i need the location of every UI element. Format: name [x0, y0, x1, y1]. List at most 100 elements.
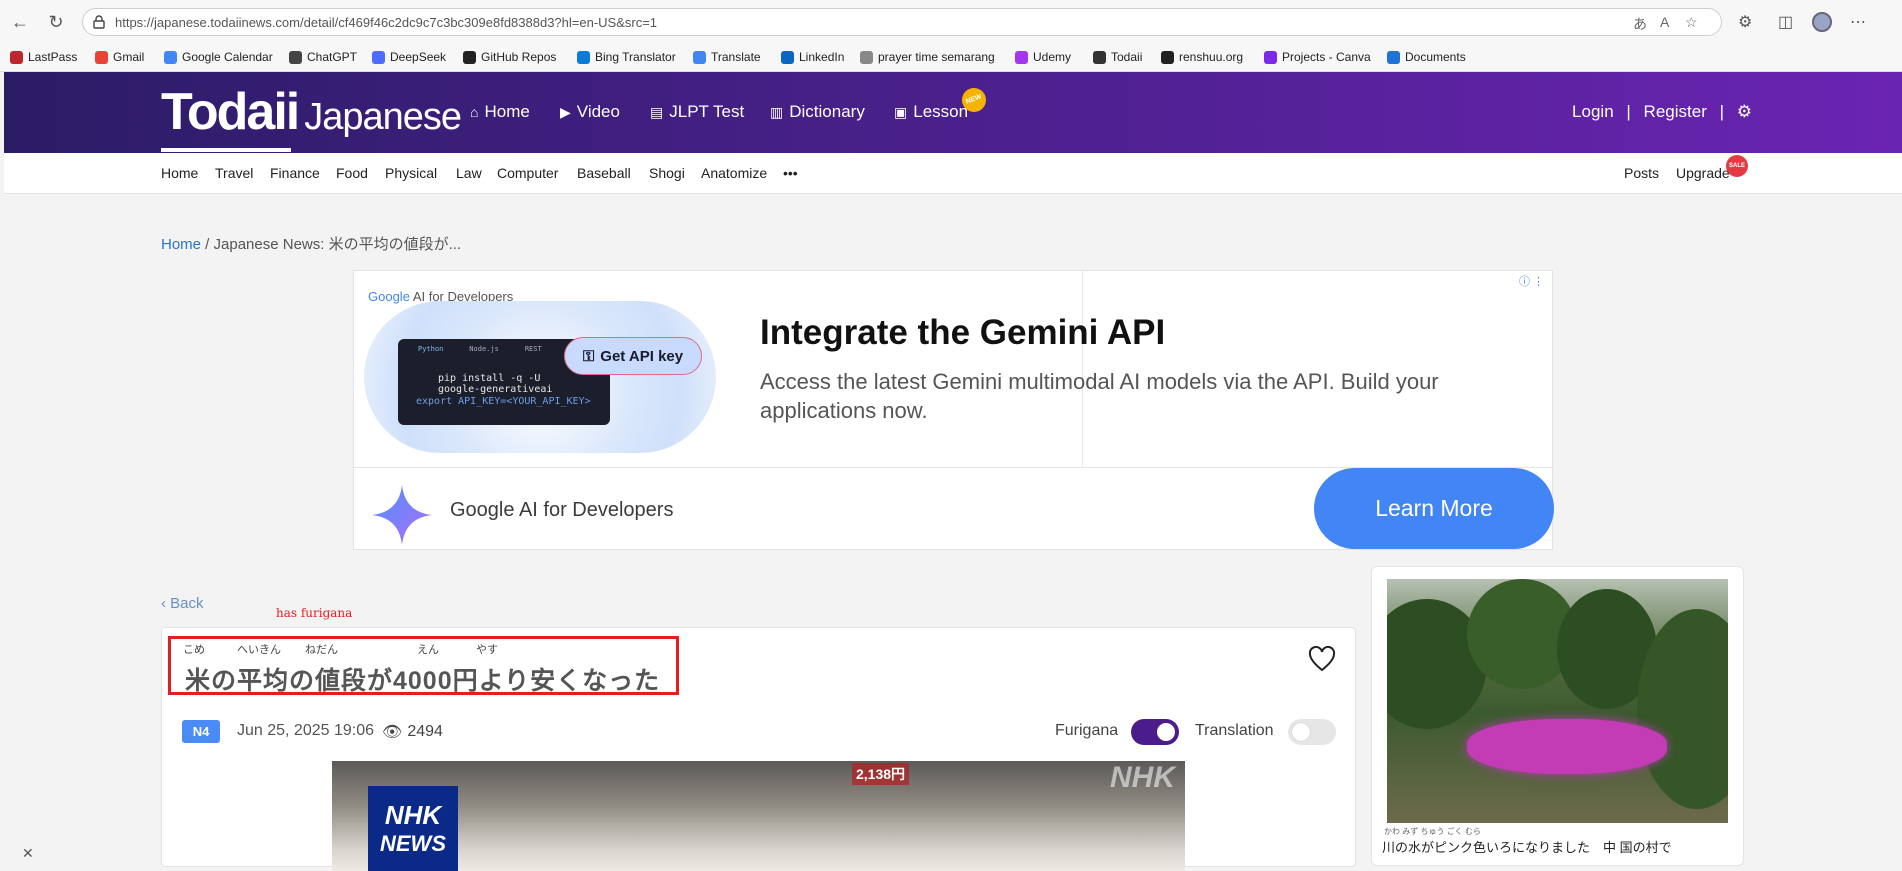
browser-toolbar: ← ↻ https://japanese.todaiinews.com/deta…: [0, 0, 1902, 44]
bookmark-label: ChatGPT: [307, 50, 358, 64]
lock-icon: [93, 15, 105, 29]
logo-main: Todaii: [161, 83, 300, 141]
category-finance[interactable]: Finance: [270, 165, 320, 181]
category-physical[interactable]: Physical: [385, 165, 437, 181]
back-link[interactable]: ‹ Back: [161, 595, 204, 612]
bookmark-bing-translator[interactable]: Bing Translator: [577, 50, 676, 64]
logo-underline: [161, 148, 291, 152]
nav-video[interactable]: ▶ Video: [560, 102, 620, 122]
code-line-3: export API_KEY=<YOUR_API_KEY>: [416, 396, 591, 407]
ad-info-icon[interactable]: ⓘ ⋮: [1519, 273, 1544, 289]
bookmark-lastpass[interactable]: LastPass: [10, 50, 77, 64]
breadcrumb: Home / Japanese News: 米の平均の値段が...: [161, 233, 461, 254]
breadcrumb-home[interactable]: Home: [161, 236, 201, 253]
nav-lesson[interactable]: ▣ Lesson: [894, 102, 968, 122]
upgrade-link[interactable]: Upgrade: [1676, 165, 1730, 181]
read-aloud-icon[interactable]: あ: [1633, 14, 1647, 34]
nav-jlpt-test[interactable]: ▤ JLPT Test: [650, 102, 744, 122]
toggle-knob: [1157, 723, 1175, 741]
bookmark-github[interactable]: GitHub Repos: [463, 50, 556, 64]
posts-link[interactable]: Posts: [1624, 165, 1659, 181]
nav-home[interactable]: ⌂ Home: [470, 102, 530, 122]
close-icon[interactable]: ✕: [22, 845, 34, 862]
documents-icon: [1387, 50, 1400, 64]
address-bar[interactable]: https://japanese.todaiinews.com/detail/c…: [82, 8, 1722, 36]
udemy-icon: [1015, 50, 1028, 64]
todaii-icon: [1093, 50, 1106, 64]
bookmark-linkedin[interactable]: LinkedIn: [781, 50, 844, 64]
bookmark-label: Gmail: [113, 50, 145, 64]
category-computer[interactable]: Computer: [497, 165, 558, 181]
nhk-watermark: NHK: [1110, 761, 1175, 794]
bookmark-canva[interactable]: Projects - Canva: [1264, 50, 1371, 64]
gemini-ad[interactable]: Google AI for Developers Python Node.js RE…: [353, 270, 1554, 550]
url-text[interactable]: https://japanese.todaiinews.com/detail/c…: [115, 15, 657, 30]
logo-sub: Japanese: [304, 96, 462, 138]
eye-icon: 👁: [382, 724, 403, 741]
register-link[interactable]: Register: [1644, 102, 1707, 121]
view-count-value: 2494: [407, 723, 443, 740]
category-anatomize[interactable]: Anatomize: [701, 165, 767, 181]
bookmark-label: Todaii: [1111, 50, 1143, 64]
bookmark-prayer-time[interactable]: prayer time semarang: [860, 50, 995, 64]
bookmark-label: Documents: [1405, 50, 1466, 64]
login-link[interactable]: Login: [1572, 102, 1614, 121]
get-api-key-button[interactable]: ⚿ Get API key: [564, 337, 702, 375]
refresh-icon[interactable]: ↻: [44, 10, 68, 34]
heart-icon[interactable]: [1308, 646, 1336, 672]
category-travel[interactable]: Travel: [215, 165, 253, 181]
bookmark-label: Bing Translator: [595, 50, 676, 64]
extensions-icon[interactable]: ⚙: [1738, 12, 1752, 32]
google-calendar-icon: [164, 50, 177, 64]
related-caption[interactable]: 川の水がピンク色いろになりました 中 国の村で: [1382, 837, 1672, 856]
settings-gear-icon[interactable]: ⚙: [1737, 102, 1752, 121]
sale-badge: SALE: [1726, 155, 1748, 177]
todaii-logo[interactable]: Todaii Japanese: [161, 82, 462, 152]
bookmark-label: Google Calendar: [182, 50, 273, 64]
bookmark-documents[interactable]: Documents: [1387, 50, 1466, 64]
nhk-news-logo: NHK NEWS: [368, 786, 458, 871]
site-header: Todaii Japanese ⌂ Home ▶ Video ▤ JLPT Test ▥…: [4, 72, 1902, 153]
profile-avatar[interactable]: [1812, 12, 1832, 32]
auth-separator-2: |: [1719, 102, 1725, 121]
ad-headline[interactable]: Integrate the Gemini API: [760, 313, 1165, 353]
auth-links: Login | Register | ⚙: [1564, 102, 1752, 122]
learn-more-button[interactable]: Learn More: [1314, 468, 1554, 549]
category-shogi[interactable]: Shogi: [649, 165, 685, 181]
bookmark-chatgpt[interactable]: ChatGPT: [289, 50, 357, 64]
bookmark-deepseek[interactable]: DeepSeek: [372, 50, 446, 64]
code-tab-node: Node.js: [469, 345, 499, 353]
nhk-logo-top: NHK: [384, 800, 442, 830]
api-button-label: Get API key: [600, 347, 684, 365]
category-baseball[interactable]: Baseball: [577, 165, 631, 181]
ruby-kome: こめ: [183, 644, 205, 656]
prayer-time-icon: [860, 50, 873, 64]
translation-label: Translation: [1195, 722, 1274, 739]
text-size-icon[interactable]: A: [1660, 14, 1669, 30]
more-categories-icon[interactable]: •••: [783, 165, 798, 181]
more-menu-icon[interactable]: ⋯: [1850, 12, 1866, 32]
bookmark-todaii[interactable]: Todaii: [1093, 50, 1142, 64]
nav-dictionary[interactable]: ▥ Dictionary: [770, 102, 865, 122]
bookmark-gmail[interactable]: Gmail: [95, 50, 144, 64]
related-article-card[interactable]: かわ みず ちゅう ごく むら 川の水がピンク色いろになりました 中 国の村で: [1371, 566, 1744, 866]
chevron-left-icon: ‹: [161, 595, 171, 612]
bookmark-udemy[interactable]: Udemy: [1015, 50, 1071, 64]
category-food[interactable]: Food: [336, 165, 368, 181]
bookmark-renshuu[interactable]: renshuu.org: [1161, 50, 1243, 64]
google-wordmark: Google: [368, 289, 410, 304]
bookmark-label: prayer time semarang: [878, 50, 995, 64]
ruby-heikin: へいきん: [237, 644, 281, 656]
translate-icon: [693, 50, 706, 64]
back-arrow-icon[interactable]: ←: [8, 10, 32, 34]
split-screen-icon[interactable]: ◫: [1778, 12, 1793, 32]
furigana-toggle[interactable]: [1131, 719, 1179, 745]
translation-toggle[interactable]: [1288, 719, 1336, 745]
favorite-star-icon[interactable]: ☆: [1685, 14, 1698, 31]
category-law[interactable]: Law: [456, 165, 482, 181]
pink-pond: [1467, 719, 1667, 774]
category-home[interactable]: Home: [161, 165, 198, 181]
bookmark-google-calendar[interactable]: Google Calendar: [164, 50, 273, 64]
bookmark-translate[interactable]: Translate: [693, 50, 761, 64]
key-icon: ⚿: [582, 347, 595, 365]
